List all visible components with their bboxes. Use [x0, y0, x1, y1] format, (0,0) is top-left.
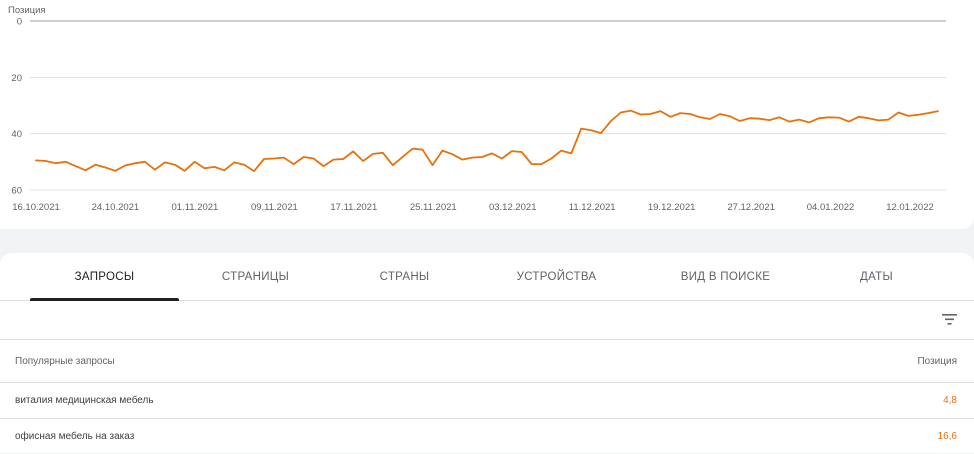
- x-tick-label: 24.10.2021: [92, 202, 140, 213]
- filter-row: [0, 301, 974, 340]
- x-tick-label: 27.12.2021: [727, 202, 775, 213]
- column-header-query[interactable]: Популярные запросы: [15, 356, 115, 367]
- x-tick-label: 04.01.2022: [807, 202, 855, 213]
- series-line: [35, 109, 939, 173]
- position-cell: 4,8: [943, 395, 957, 406]
- position-cell: 16,6: [937, 431, 957, 442]
- x-tick-label: 11.12.2021: [569, 202, 616, 213]
- column-header-position[interactable]: Позиция: [917, 356, 957, 367]
- x-tick-label: 19.12.2021: [648, 202, 696, 213]
- table-row[interactable]: офисная мебель на заказ 16,6: [0, 419, 974, 454]
- y-tick-label: 40: [11, 129, 22, 140]
- query-cell: виталия медицинская мебель: [15, 395, 154, 406]
- x-tick-label: 09.11.2021: [251, 202, 298, 213]
- queries-table-card: Запросы Страницы Страны Устройства Вид в…: [0, 253, 974, 453]
- y-axis-title: Позиция: [8, 5, 46, 16]
- table-row[interactable]: виталия медицинская мебель 4,8: [0, 383, 974, 419]
- y-tick-label: 0: [17, 17, 22, 28]
- y-tick-label: 20: [11, 73, 22, 84]
- tabs-bar: Запросы Страницы Страны Устройства Вид в…: [0, 253, 974, 301]
- x-tick-label: 12.01.2022: [886, 202, 934, 213]
- tab-dates[interactable]: Даты: [802, 253, 951, 300]
- x-tick-label: 03.12.2021: [489, 202, 537, 213]
- y-tick-label: 60: [11, 186, 22, 197]
- x-tick-label: 16.10.2021: [12, 202, 60, 213]
- table-header: Популярные запросы Позиция: [0, 340, 974, 383]
- x-tick-label: 01.11.2021: [171, 202, 218, 213]
- tab-search-appearance[interactable]: Вид в поиске: [651, 253, 800, 300]
- tab-devices[interactable]: Устройства: [482, 253, 631, 300]
- tab-queries-label: Запросы: [74, 270, 135, 283]
- position-chart: Позиция0 20 40 60 16.10.2021 24.10.2021 01.11.…: [8, 5, 946, 213]
- query-cell: офисная мебель на заказ: [15, 431, 135, 442]
- tab-countries[interactable]: Страны: [330, 253, 479, 300]
- tab-devices-label: Устройства: [516, 270, 597, 283]
- x-tick-label: 25.11.2021: [410, 202, 457, 213]
- tab-queries[interactable]: Запросы: [30, 253, 179, 301]
- tab-countries-label: Страны: [379, 270, 430, 283]
- x-tick-label: 17.11.2021: [330, 202, 377, 213]
- tab-search-appearance-label: Вид в поиске: [680, 270, 771, 283]
- filter-icon[interactable]: [942, 314, 957, 325]
- tab-pages[interactable]: Страницы: [181, 253, 330, 300]
- tab-dates-label: Даты: [860, 270, 893, 283]
- tab-pages-label: Страницы: [221, 270, 290, 283]
- position-chart-card: Позиция 0 20 40 60 16.10.2021 24.10.2021 01.11.…: [0, 0, 974, 229]
